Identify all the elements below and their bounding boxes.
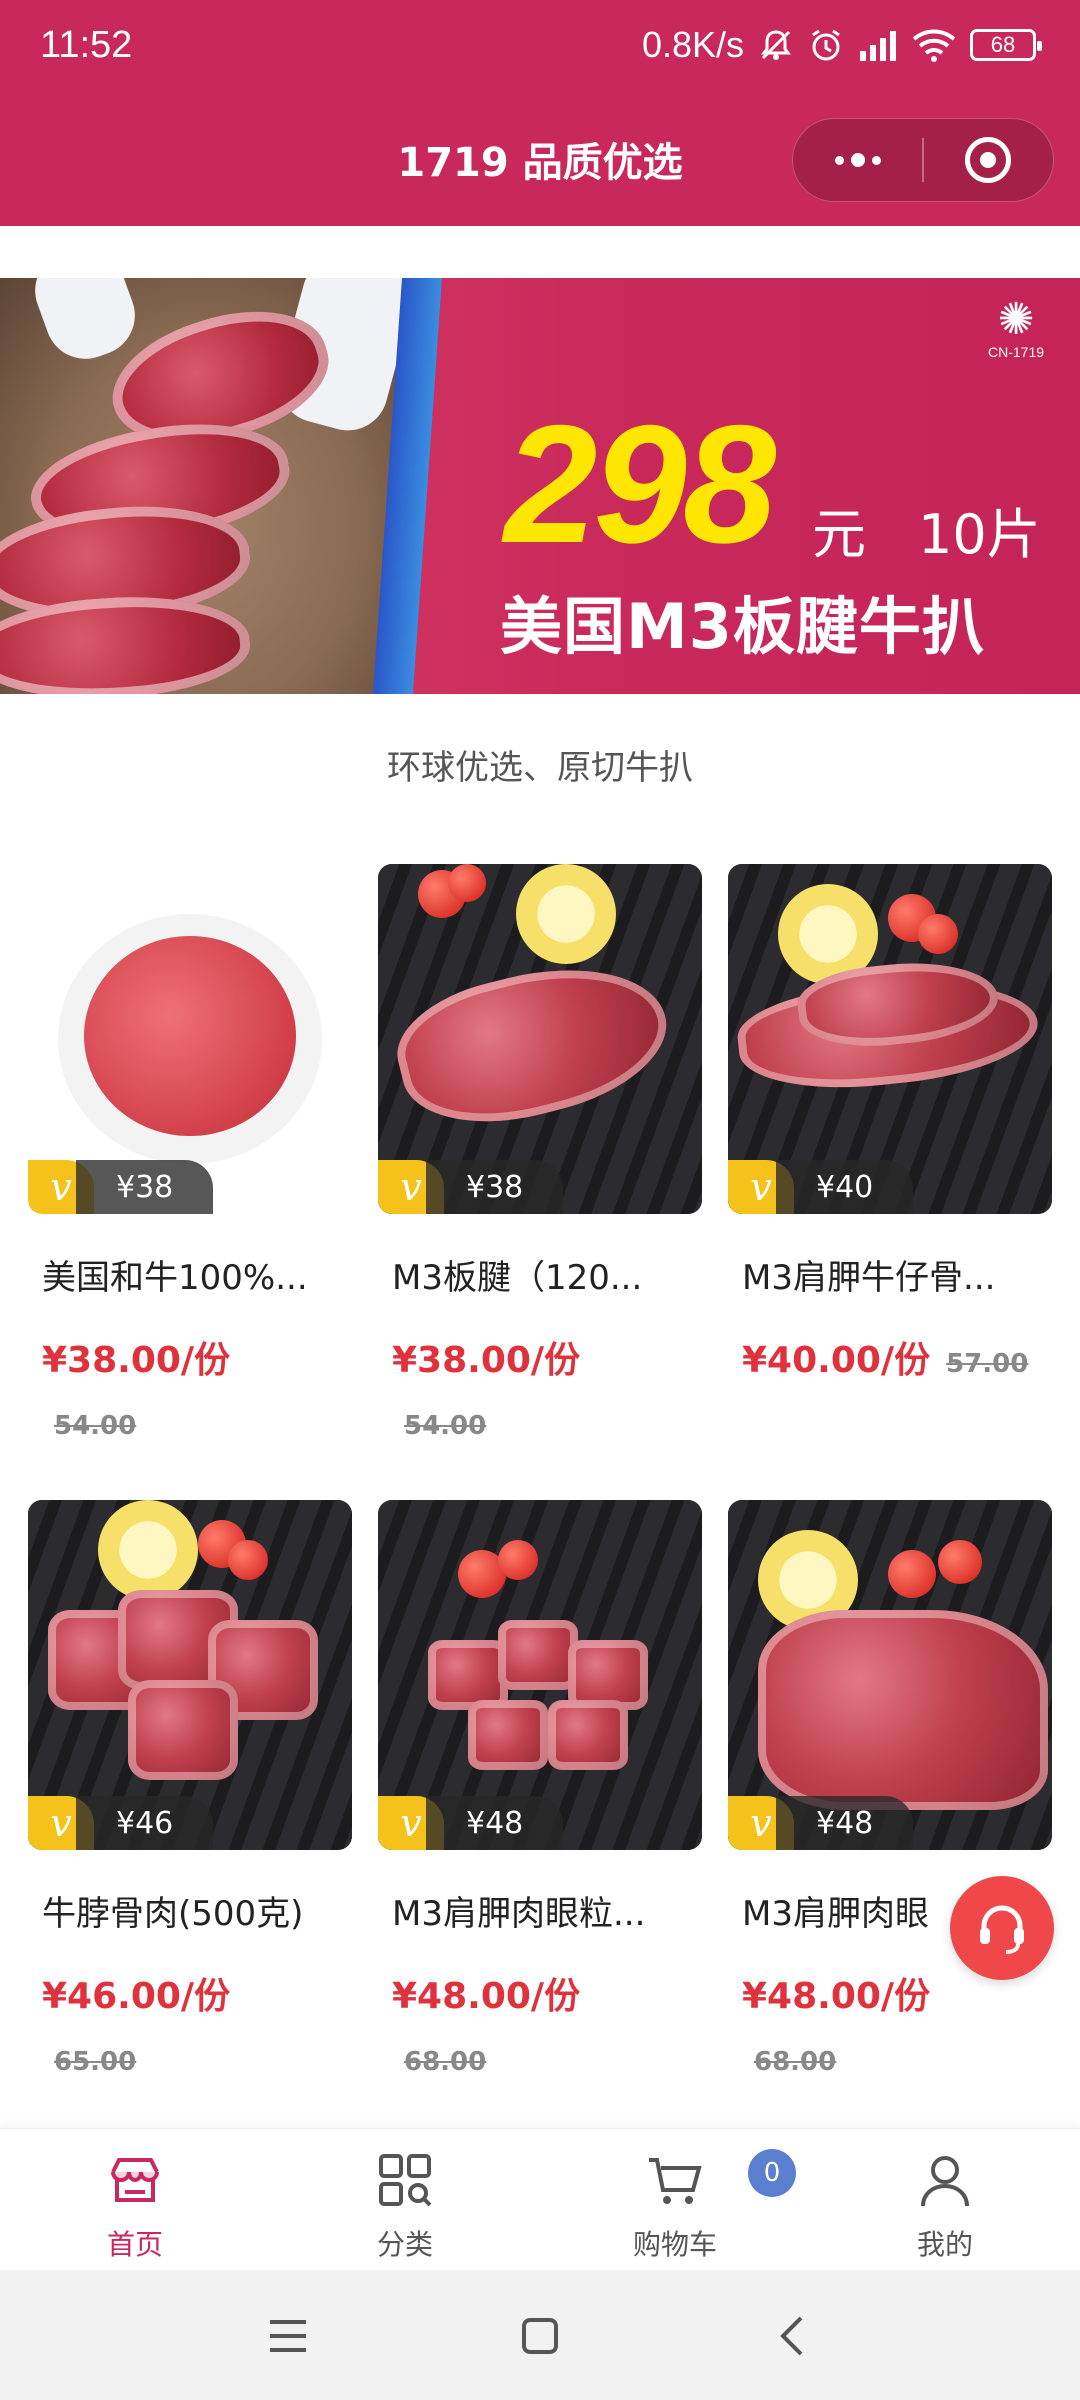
product-image: v ¥40 — [728, 864, 1052, 1214]
customer-service-button[interactable] — [950, 1876, 1054, 1980]
headset-icon — [980, 1905, 1024, 1954]
vip-price-tag: v ¥40 — [728, 1160, 914, 1214]
top-bar: 11:52 0.8K/s 68 1719 品质优选 — [0, 0, 1080, 226]
product-card[interactable]: v ¥38 M3板腱（120... ¥38.00/份 54.00 — [378, 864, 702, 1441]
tab-mine[interactable]: 我的 — [845, 2143, 1045, 2263]
more-dots-icon — [834, 153, 881, 167]
product-name: M3肩胛牛仔骨... — [742, 1258, 996, 1298]
banner-product-name: 美国M3板腱牛扒 — [500, 590, 985, 663]
vip-price-tag: v ¥48 — [728, 1796, 914, 1850]
vip-price-tag: v ¥46 — [28, 1796, 214, 1850]
status-time: 11:52 — [40, 24, 133, 66]
back-button[interactable] — [762, 2306, 822, 2366]
product-image: v ¥38 — [28, 864, 352, 1214]
product-original-price: 54.00 — [404, 1411, 487, 1441]
more-button[interactable] — [793, 119, 922, 201]
alarm-icon — [812, 29, 840, 61]
menu-button[interactable] — [258, 2306, 318, 2366]
product-image: v ¥48 — [378, 1500, 702, 1850]
product-name: 美国和牛100%... — [42, 1258, 308, 1298]
product-name: 牛脖骨肉(500克) — [42, 1894, 304, 1934]
product-price: ¥40.00/份 — [742, 1340, 931, 1381]
product-price: ¥48.00/份 — [392, 1976, 581, 2017]
promo-banner[interactable]: ✺ CN-1719 298 元 10片 美国M3板腱牛扒 — [0, 278, 1080, 694]
product-price: ¥46.00/份 — [42, 1976, 231, 2017]
product-original-price: 54.00 — [54, 1411, 137, 1441]
product-image: v ¥48 — [728, 1500, 1052, 1850]
signal-icon — [860, 31, 896, 61]
network-speed: 0.8K/s — [641, 24, 744, 65]
tab-cart-label: 购物车 — [632, 2228, 717, 2261]
product-name: M3肩胛肉眼粒... — [392, 1894, 646, 1934]
product-price: ¥48.00/份 — [742, 1976, 931, 2017]
back-chevron-icon — [780, 2316, 803, 2356]
product-card[interactable]: v ¥48 M3肩胛肉眼粒... ¥48.00/份 68.00 — [378, 1500, 702, 2077]
product-card[interactable]: v ¥40 M3肩胛牛仔骨... ¥40.00/份 57.00 — [728, 864, 1052, 1383]
home-button[interactable] — [510, 2306, 570, 2366]
vip-price-tag: v ¥48 — [378, 1796, 564, 1850]
brand-logo: ✺ CN-1719 — [987, 295, 1045, 361]
category-grid-icon — [379, 2154, 432, 2207]
vip-price-tag: v ¥38 — [378, 1160, 564, 1214]
bell-mute-icon — [761, 30, 791, 60]
tab-home-label: 首页 — [106, 2228, 163, 2261]
wifi-icon — [912, 29, 956, 62]
cart-icon — [649, 2158, 702, 2204]
menu-icon — [270, 2320, 306, 2352]
status-bar: 11:52 0.8K/s 68 — [0, 0, 1080, 96]
product-original-price: 68.00 — [404, 2047, 487, 2077]
product-image: v ¥46 — [28, 1500, 352, 1850]
product-card[interactable]: v ¥46 牛脖骨肉(500克) ¥46.00/份 65.00 — [28, 1500, 352, 2077]
home-square-icon — [522, 2318, 558, 2354]
system-nav-bar — [0, 2270, 1080, 2400]
close-button[interactable] — [924, 119, 1053, 201]
tab-category-label: 分类 — [376, 2228, 433, 2261]
product-image: v ¥38 — [378, 864, 702, 1214]
tab-category[interactable]: 分类 — [305, 2143, 505, 2263]
product-card[interactable]: v ¥38 美国和牛100%... ¥38.00/份 54.00 — [28, 864, 352, 1441]
bottom-tab-bar: 首页 分类 购物车 0 我的 — [0, 2128, 1080, 2268]
product-original-price: 57.00 — [946, 1349, 1029, 1379]
battery-icon: 68 — [970, 29, 1042, 61]
product-original-price: 68.00 — [754, 2047, 837, 2077]
product-price: ¥38.00/份 — [42, 1340, 231, 1381]
product-original-price: 65.00 — [54, 2047, 137, 2077]
banner-quantity: 10片 — [918, 503, 1041, 566]
user-icon — [921, 2156, 969, 2207]
product-card[interactable]: v ¥48 M3肩胛肉眼 ¥48.00/份 68.00 — [728, 1500, 1052, 2077]
product-name: M3板腱（120... — [392, 1258, 643, 1298]
mini-program-capsule — [792, 118, 1054, 202]
tab-cart[interactable]: 购物车 — [575, 2143, 775, 2263]
product-price: ¥38.00/份 — [392, 1340, 581, 1381]
status-icons: 0.8K/s 68 — [641, 24, 1042, 66]
close-target-icon — [965, 137, 1012, 183]
banner-price: 298 — [504, 390, 776, 578]
vip-price-tag: v ¥38 — [28, 1160, 214, 1214]
tab-home[interactable]: 首页 — [35, 2143, 235, 2263]
store-icon — [111, 2158, 159, 2202]
section-subtitle: 环球优选、原切牛扒 — [387, 748, 693, 788]
cart-count-badge: 0 — [748, 2149, 796, 2197]
banner-steak-photo — [0, 278, 421, 694]
banner-unit: 元 — [812, 503, 866, 566]
tab-mine-label: 我的 — [916, 2228, 973, 2261]
